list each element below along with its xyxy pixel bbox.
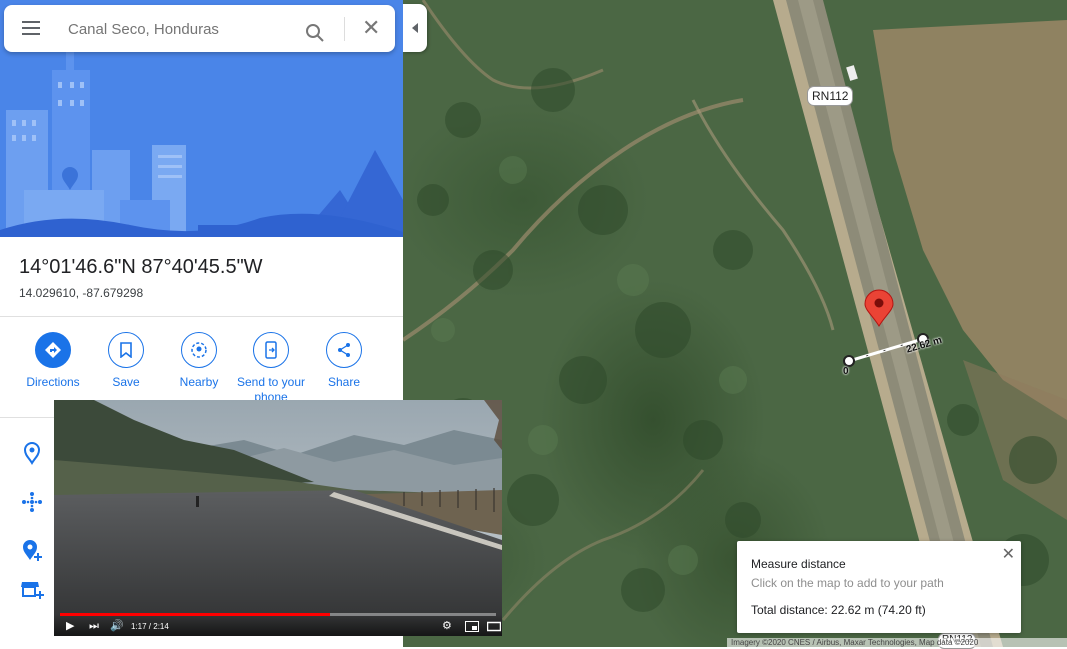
divider [0, 316, 403, 317]
video-frame [54, 400, 502, 636]
measure-title: Measure distance [751, 557, 846, 571]
miniplayer-icon[interactable] [465, 619, 479, 633]
search-box: ✕ [4, 5, 395, 52]
nearby-button[interactable]: Nearby [159, 332, 239, 389]
send-to-phone-icon [253, 332, 289, 368]
share-icon [326, 332, 362, 368]
action-bar: Directions Save Nearby Send to your phon… [0, 332, 403, 405]
measure-hint: Click on the map to add to your path [751, 576, 944, 590]
measure-distance-card: Measure distance Click on the map to add… [737, 541, 1021, 633]
save-label: Save [112, 375, 140, 389]
search-divider [344, 17, 345, 41]
search-input[interactable] [66, 15, 290, 43]
road-shield-label: RN112 [807, 86, 854, 106]
caret-left-icon [412, 23, 418, 33]
plus-code-icon[interactable] [20, 490, 44, 514]
measure-total: Total distance: 22.62 m (74.20 ft) [751, 603, 926, 617]
directions-label: Directions [26, 375, 80, 389]
measure-start-label: 0 [843, 366, 849, 377]
share-label: Share [327, 375, 361, 389]
settings-icon[interactable]: ⚙ [442, 619, 452, 633]
bookmark-icon [108, 332, 144, 368]
close-icon[interactable]: ✕ [362, 17, 380, 39]
location-pin-icon [23, 442, 41, 465]
add-place-icon[interactable] [20, 538, 44, 562]
save-button[interactable]: Save [86, 332, 166, 389]
video-progress-bar[interactable] [60, 613, 496, 616]
close-icon[interactable]: ✕ [1002, 544, 1015, 564]
video-player[interactable]: ▶ ⏭ 🔊 1:17 / 2:14 ⚙ [54, 400, 502, 636]
share-button[interactable]: Share [304, 332, 384, 389]
volume-icon[interactable]: 🔊 [110, 619, 124, 633]
theater-mode-icon[interactable] [486, 619, 502, 633]
add-business-icon[interactable] [20, 577, 44, 601]
collapse-panel-button[interactable] [403, 4, 427, 52]
map-attribution: Imagery ©2020 CNES / Airbus, Maxar Techn… [727, 638, 1067, 647]
coordinates-decimal: 14.029610, -87.679298 [19, 286, 144, 300]
play-icon[interactable]: ▶ [66, 619, 74, 633]
nearby-label: Nearby [179, 375, 219, 389]
coordinates-title: 14°01'46.6"N 87°40'45.5"W [19, 256, 263, 278]
directions-button[interactable]: Directions [13, 332, 93, 389]
directions-icon [35, 332, 71, 368]
measure-start-point[interactable] [843, 355, 855, 367]
next-icon[interactable]: ⏭ [89, 619, 99, 633]
video-time: 1:17 / 2:14 [131, 622, 169, 631]
search-icon[interactable] [305, 23, 325, 43]
nearby-icon [181, 332, 217, 368]
send-to-phone-button[interactable]: Send to your phone [232, 332, 310, 405]
hamburger-menu-icon[interactable] [22, 21, 40, 35]
